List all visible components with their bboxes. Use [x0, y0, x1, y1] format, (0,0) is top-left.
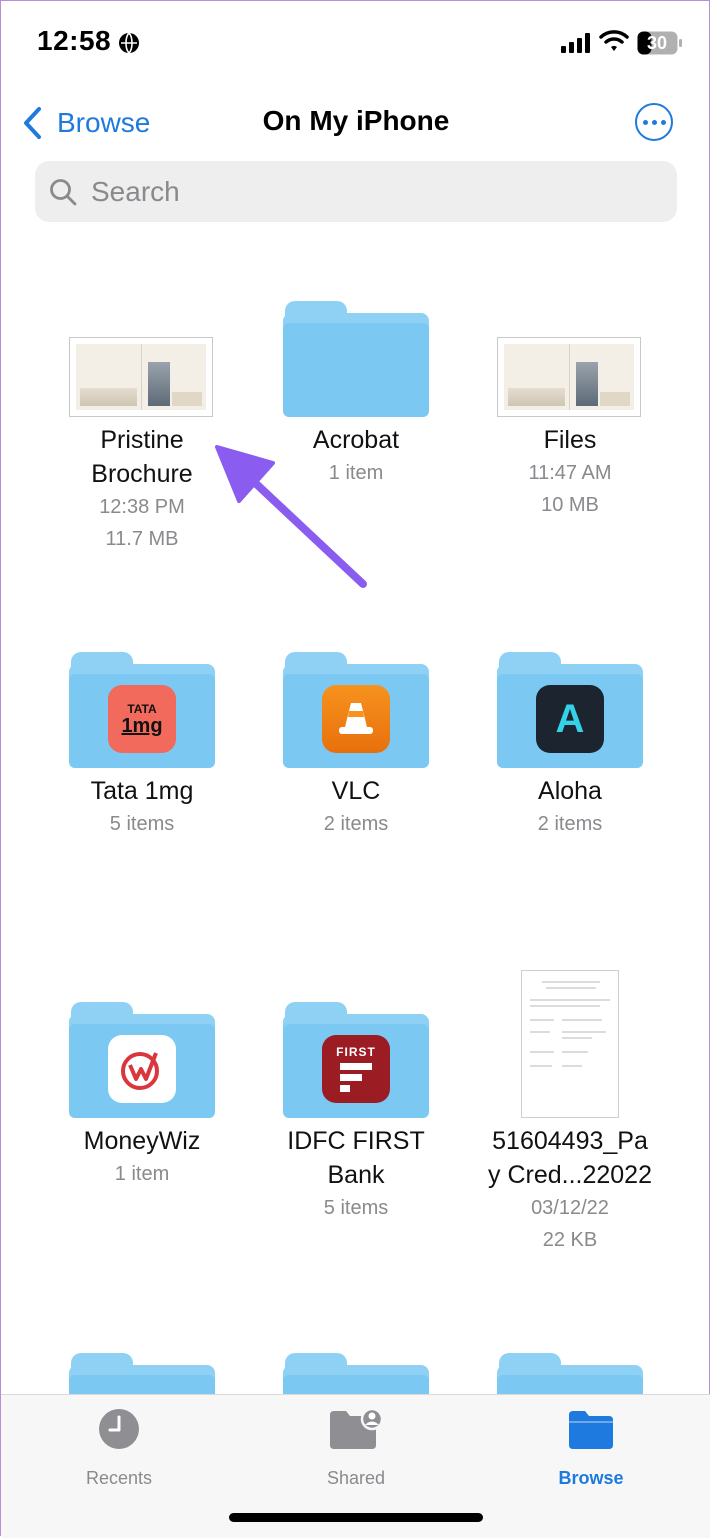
- navigation-bar: Browse On My iPhone: [1, 93, 710, 151]
- tata-1mg-app-icon: TATA 1mg: [108, 685, 176, 753]
- tab-shared[interactable]: Shared: [286, 1407, 426, 1489]
- shared-folder-icon: [330, 1407, 384, 1449]
- tab-label: Shared: [326, 1468, 386, 1488]
- file-date: 03/12/22: [531, 1197, 609, 1219]
- folder-item-moneywiz[interactable]: MoneyWiz 1 item: [35, 1002, 249, 1190]
- folder-item-count: 1 item: [114, 1163, 170, 1185]
- more-icon-dot: [651, 119, 657, 125]
- search-input[interactable]: [89, 174, 653, 209]
- search-icon: [50, 178, 77, 205]
- file-size: 22 KB: [542, 1229, 598, 1251]
- wifi-icon: [599, 30, 629, 51]
- folder-item-count: 1 item: [328, 462, 384, 484]
- home-indicator: [229, 1513, 483, 1522]
- idfc-first-bank-app-icon: FIRST: [322, 1035, 390, 1103]
- folder-item-tata-1mg[interactable]: TATA 1mg Tata 1mg 5 items: [35, 652, 249, 840]
- folder-name: Tata 1mg: [90, 777, 194, 805]
- folder-icon: [569, 1411, 613, 1449]
- file-date: 11:47 AM: [528, 462, 612, 484]
- clock-icon: [99, 1409, 139, 1449]
- folder-item-count: 5 items: [323, 1197, 389, 1219]
- aloha-app-icon: A: [536, 685, 604, 753]
- file-name: Files: [543, 426, 597, 454]
- file-size: 11.7 MB: [105, 528, 179, 550]
- battery-level: 30: [646, 33, 668, 53]
- folder-item-idfc-first-bank[interactable]: FIRST IDFC FIRST Bank 5 items: [249, 1002, 463, 1224]
- moneywiz-app-icon: [108, 1035, 176, 1103]
- idfc-logo-icon: [340, 1063, 372, 1092]
- more-options-button[interactable]: [635, 103, 673, 141]
- folder-item-acrobat[interactable]: Acrobat 1 item: [249, 301, 463, 489]
- file-item-files[interactable]: Files 11:47 AM 10 MB: [463, 301, 677, 521]
- search-bar[interactable]: [35, 161, 677, 222]
- more-icon-dot: [642, 119, 648, 125]
- tab-label: Browse: [558, 1468, 624, 1488]
- folder-item-count: 2 items: [537, 813, 603, 835]
- folder-item-count: 2 items: [323, 813, 389, 835]
- folder-name: Acrobat: [312, 426, 400, 454]
- tab-recents[interactable]: Recents: [49, 1407, 189, 1489]
- page-title: On My iPhone: [262, 105, 450, 136]
- folder-name: Aloha: [538, 777, 602, 805]
- file-name: 51604493_Pa y Cred...22022: [488, 1127, 652, 1189]
- folder-item-count: 5 items: [109, 813, 175, 835]
- folder-name: MoneyWiz: [83, 1127, 201, 1155]
- tab-browse[interactable]: Browse: [521, 1407, 661, 1489]
- pdf-thumbnail: [69, 337, 213, 417]
- status-bar: 12:58 30: [1, 1, 710, 81]
- cellular-signal-icon: [561, 33, 590, 53]
- file-size: 10 MB: [541, 494, 599, 516]
- vlc-app-icon: [322, 685, 390, 753]
- file-item-pristine-brochure[interactable]: Pristine Brochure 12:38 PM 11.7 MB: [35, 301, 249, 555]
- pdf-thumbnail: [497, 337, 641, 417]
- status-time: 12:58: [37, 25, 112, 56]
- file-item-credit-card-receipt[interactable]: 51604493_Pa y Cred...22022 03/12/22 22 K…: [463, 970, 677, 1256]
- folder-name: VLC: [331, 777, 381, 805]
- moneywiz-logo-icon: [121, 1052, 159, 1090]
- folder-item-vlc[interactable]: VLC 2 items: [249, 652, 463, 840]
- folder-name: IDFC FIRST Bank: [287, 1127, 425, 1189]
- tab-label: Recents: [85, 1468, 153, 1488]
- more-icon-dot: [660, 119, 666, 125]
- globe-icon: [119, 32, 139, 54]
- folder-icon: [283, 301, 429, 417]
- document-thumbnail: [521, 970, 619, 1118]
- folder-item-aloha[interactable]: A Aloha 2 items: [463, 652, 677, 840]
- file-name: Pristine Brochure: [91, 426, 193, 488]
- file-date: 12:38 PM: [99, 496, 185, 518]
- traffic-cone-icon: [339, 703, 373, 734]
